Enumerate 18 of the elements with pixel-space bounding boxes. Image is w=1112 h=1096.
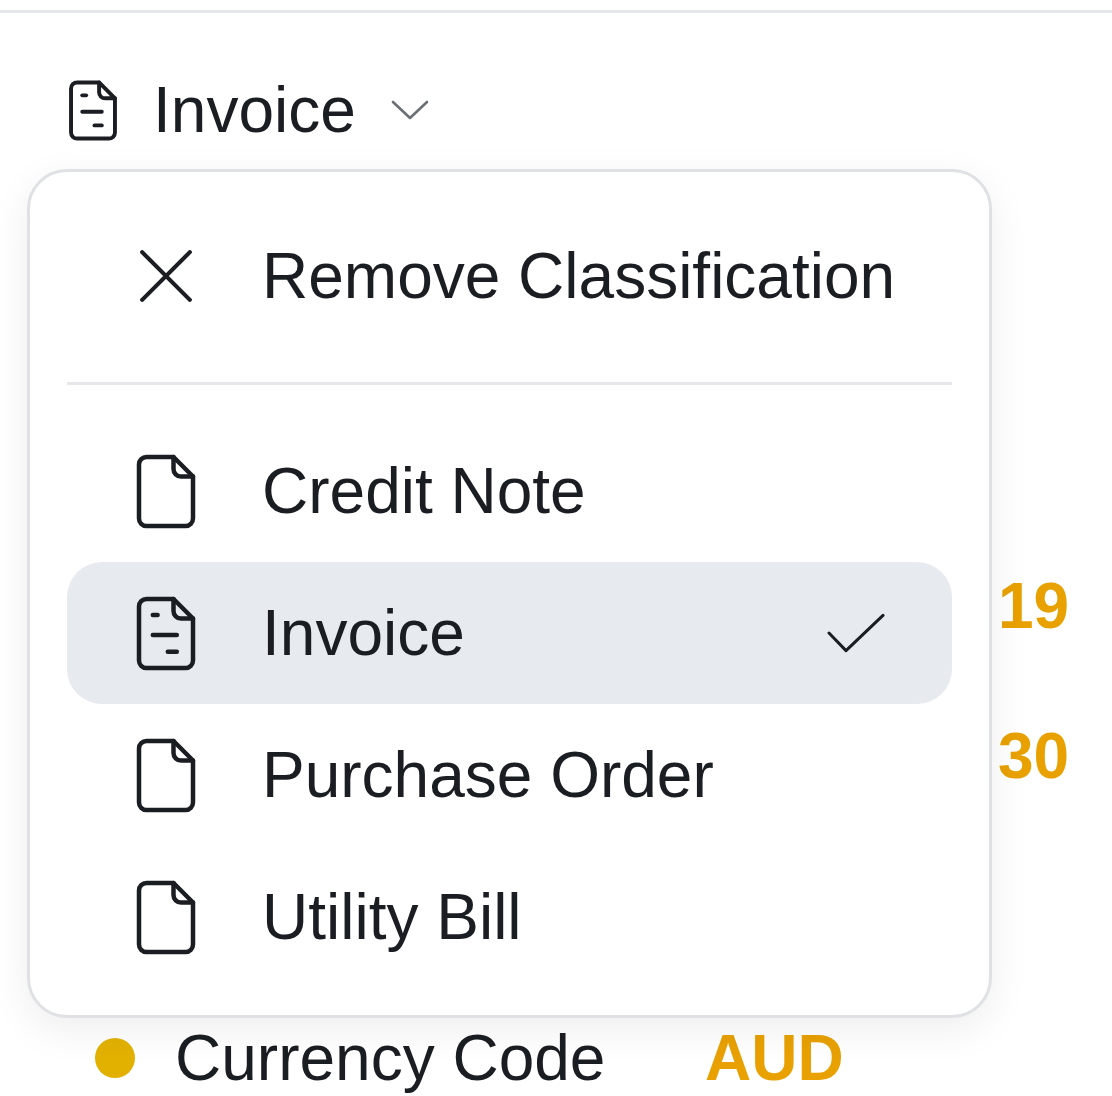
menu-item[interactable]: Utility Bill [67,846,952,988]
document-icon [136,737,196,813]
status-dot [95,1037,135,1078]
chevron-down-icon [390,100,429,120]
menu-item[interactable]: Remove Classification [67,205,952,347]
field-value: 30 [998,723,1071,788]
classification-dropdown[interactable]: Invoice [68,78,429,142]
check-icon [827,613,885,653]
document-icon [136,879,196,955]
menu-item[interactable]: Invoice [67,562,952,704]
document-text-icon [136,595,196,671]
document-text-icon [68,79,118,141]
field-value: 19 [998,573,1071,638]
menu-item[interactable]: Purchase Order [67,704,952,846]
document-icon [136,453,196,529]
x-icon [140,250,192,302]
field-value: AUD [705,1025,845,1090]
menu-item[interactable]: Credit Note [67,420,952,562]
